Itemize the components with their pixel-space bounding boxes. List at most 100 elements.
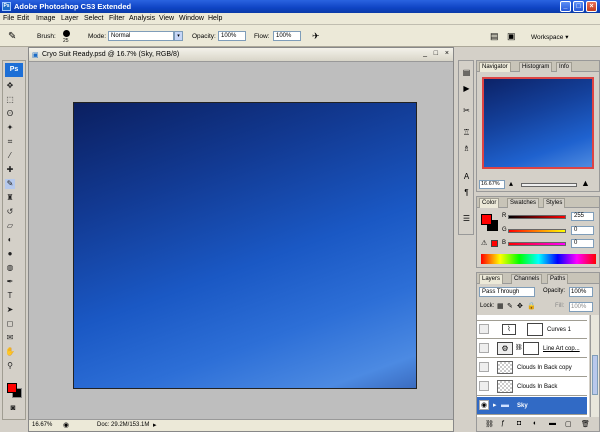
palette-well-icon[interactable]: ▤ xyxy=(490,31,499,42)
menu-select[interactable]: Select xyxy=(84,15,103,22)
eraser-icon[interactable]: ▱ xyxy=(5,221,15,231)
paragraph-icon[interactable]: ¶ xyxy=(461,187,472,198)
tool-presets-icon[interactable]: ▶ xyxy=(461,83,472,94)
menu-edit[interactable]: Edit xyxy=(17,15,29,22)
pen-tool-icon[interactable]: ✒ xyxy=(5,277,15,287)
info-panel-icon[interactable]: ☰ xyxy=(461,213,472,224)
mode-select[interactable]: Normal xyxy=(108,31,174,41)
lock-transparency-icon[interactable]: ▦ xyxy=(497,302,504,310)
color-foreground-swatch[interactable] xyxy=(481,214,492,225)
navigator-zoom-slider[interactable] xyxy=(521,183,577,187)
move-tool-icon[interactable]: ✥ xyxy=(5,81,15,91)
minimize-button[interactable]: _ xyxy=(560,1,571,12)
lock-position-icon[interactable]: ✥ xyxy=(517,302,523,310)
zoom-in-icon[interactable]: ▲ xyxy=(581,178,590,188)
path-select-icon[interactable]: ➤ xyxy=(5,305,15,315)
link-layers-icon[interactable]: ⛓ xyxy=(485,420,494,428)
layer-row-line-art-copy[interactable]: ⚙ ⛓ Line Art cop... xyxy=(477,340,587,358)
tab-color[interactable]: Color xyxy=(479,198,500,208)
doc-close-icon[interactable]: × xyxy=(445,50,449,57)
menu-filter[interactable]: Filter xyxy=(109,15,125,22)
eyedropper-icon[interactable]: ⁄ xyxy=(5,151,15,161)
opacity-field[interactable]: 100% xyxy=(218,31,246,41)
healing-brush-icon[interactable]: ✚ xyxy=(5,165,15,175)
new-layer-icon[interactable]: ▢ xyxy=(565,420,572,428)
navigator-zoom-field[interactable]: 16.67% xyxy=(479,180,505,189)
bridge-icon[interactable]: ▣ xyxy=(507,31,516,42)
eye-icon[interactable]: ◉ xyxy=(479,400,489,410)
brush-tool-icon-active[interactable]: ✎ xyxy=(5,179,15,189)
tab-paths[interactable]: Paths xyxy=(547,274,569,284)
navigator-thumbnail[interactable] xyxy=(482,77,594,169)
menu-analysis[interactable]: Analysis xyxy=(129,15,155,22)
layer-thumbnail[interactable] xyxy=(497,380,513,393)
tab-layers[interactable]: Layers xyxy=(479,274,504,284)
marquee-tool-icon[interactable]: ⬚ xyxy=(5,95,15,105)
visibility-toggle-icon[interactable] xyxy=(479,362,489,372)
color-ramp[interactable] xyxy=(481,254,596,264)
hand-tool-icon[interactable]: ✋ xyxy=(5,347,15,357)
lock-all-icon[interactable]: 🔒 xyxy=(527,302,536,310)
layer-style-icon[interactable]: ƒ xyxy=(501,420,505,427)
tab-styles[interactable]: Styles xyxy=(543,198,566,208)
chain-link-icon[interactable]: ⛓ xyxy=(515,344,523,351)
airbrush-icon[interactable]: ✈ xyxy=(312,31,320,42)
green-slider[interactable] xyxy=(508,229,566,233)
chevron-down-icon[interactable]: ▾ xyxy=(174,31,183,41)
visibility-toggle-icon[interactable] xyxy=(479,324,489,334)
zoom-level[interactable]: 16.67% xyxy=(32,422,52,428)
image-canvas[interactable] xyxy=(73,102,417,389)
menu-file[interactable]: File xyxy=(3,15,14,22)
dodge-tool-icon[interactable]: ◍ xyxy=(5,263,15,273)
layer-mask-thumbnail[interactable] xyxy=(527,323,543,336)
workspace-menu[interactable]: Workspace ▾ xyxy=(531,33,568,41)
red-value-field[interactable]: 255 xyxy=(571,212,594,221)
trash-icon[interactable]: 🗑 xyxy=(581,420,590,428)
menu-help[interactable]: Help xyxy=(208,15,222,22)
menu-window[interactable]: Window xyxy=(179,15,204,22)
layer-mask-thumbnail[interactable] xyxy=(523,342,539,355)
layers-scrollbar[interactable] xyxy=(590,315,599,417)
doc-minimize-icon[interactable]: _ xyxy=(423,50,427,57)
quick-mask-icon[interactable]: ◙ xyxy=(8,403,18,413)
magic-wand-icon[interactable]: ✦ xyxy=(5,123,15,133)
menu-layer[interactable]: Layer xyxy=(61,15,79,22)
clone-source-icon[interactable]: ♖ xyxy=(461,127,472,138)
scrollbar-thumb[interactable] xyxy=(592,355,598,395)
blur-tool-icon[interactable]: ● xyxy=(5,249,15,259)
layer-row-sky[interactable]: ◉ ▸ ▬ Sky xyxy=(477,397,587,415)
new-group-icon[interactable]: ▬ xyxy=(549,420,556,427)
maximize-button[interactable]: □ xyxy=(573,1,584,12)
visibility-toggle-icon[interactable] xyxy=(479,343,489,353)
menu-view[interactable]: View xyxy=(159,15,174,22)
actions-icon[interactable]: ♗ xyxy=(461,143,472,154)
gamut-color-chip[interactable] xyxy=(491,240,498,247)
history-brush-icon[interactable]: ↺ xyxy=(5,207,15,217)
lasso-tool-icon[interactable]: ʘ xyxy=(5,109,15,119)
tab-swatches[interactable]: Swatches xyxy=(507,198,540,208)
blend-mode-select[interactable]: Pass Through xyxy=(479,287,535,297)
stamp-tool-icon[interactable]: ♜ xyxy=(5,193,15,203)
close-button[interactable]: × xyxy=(586,1,597,12)
status-menu-arrow-icon[interactable]: ▸ xyxy=(153,421,157,429)
adjustment-layer-icon[interactable]: ◐ xyxy=(533,420,537,427)
red-slider[interactable] xyxy=(508,215,566,219)
paint-bucket-icon[interactable]: ◐ xyxy=(5,235,15,245)
zoom-out-icon[interactable]: ▴ xyxy=(509,179,513,188)
tab-navigator[interactable]: Navigator xyxy=(479,62,511,72)
layer-row-clouds-in-back[interactable]: Clouds In Back xyxy=(477,378,587,396)
doc-maximize-icon[interactable]: □ xyxy=(434,50,438,57)
crop-tool-icon[interactable]: ⌗ xyxy=(5,137,15,147)
layer-thumbnail[interactable] xyxy=(497,361,513,374)
layer-row-curves[interactable]: ⌇ Curves 1 xyxy=(477,321,587,339)
group-expand-icon[interactable]: ▸ xyxy=(493,401,497,409)
tab-histogram[interactable]: Histogram xyxy=(519,62,553,72)
character-icon[interactable]: A xyxy=(461,171,472,182)
foreground-color-swatch[interactable] xyxy=(7,383,17,393)
shape-tool-icon[interactable]: ◻ xyxy=(5,319,15,329)
layer-comps-icon[interactable]: ✂ xyxy=(461,105,472,116)
line-art-thumbnail[interactable]: ⚙ xyxy=(497,342,513,355)
zoom-tool-icon[interactable]: ⚲ xyxy=(5,361,15,371)
lock-pixels-icon[interactable]: ✎ xyxy=(507,302,513,310)
layer-opacity-field[interactable]: 100% xyxy=(569,287,593,297)
